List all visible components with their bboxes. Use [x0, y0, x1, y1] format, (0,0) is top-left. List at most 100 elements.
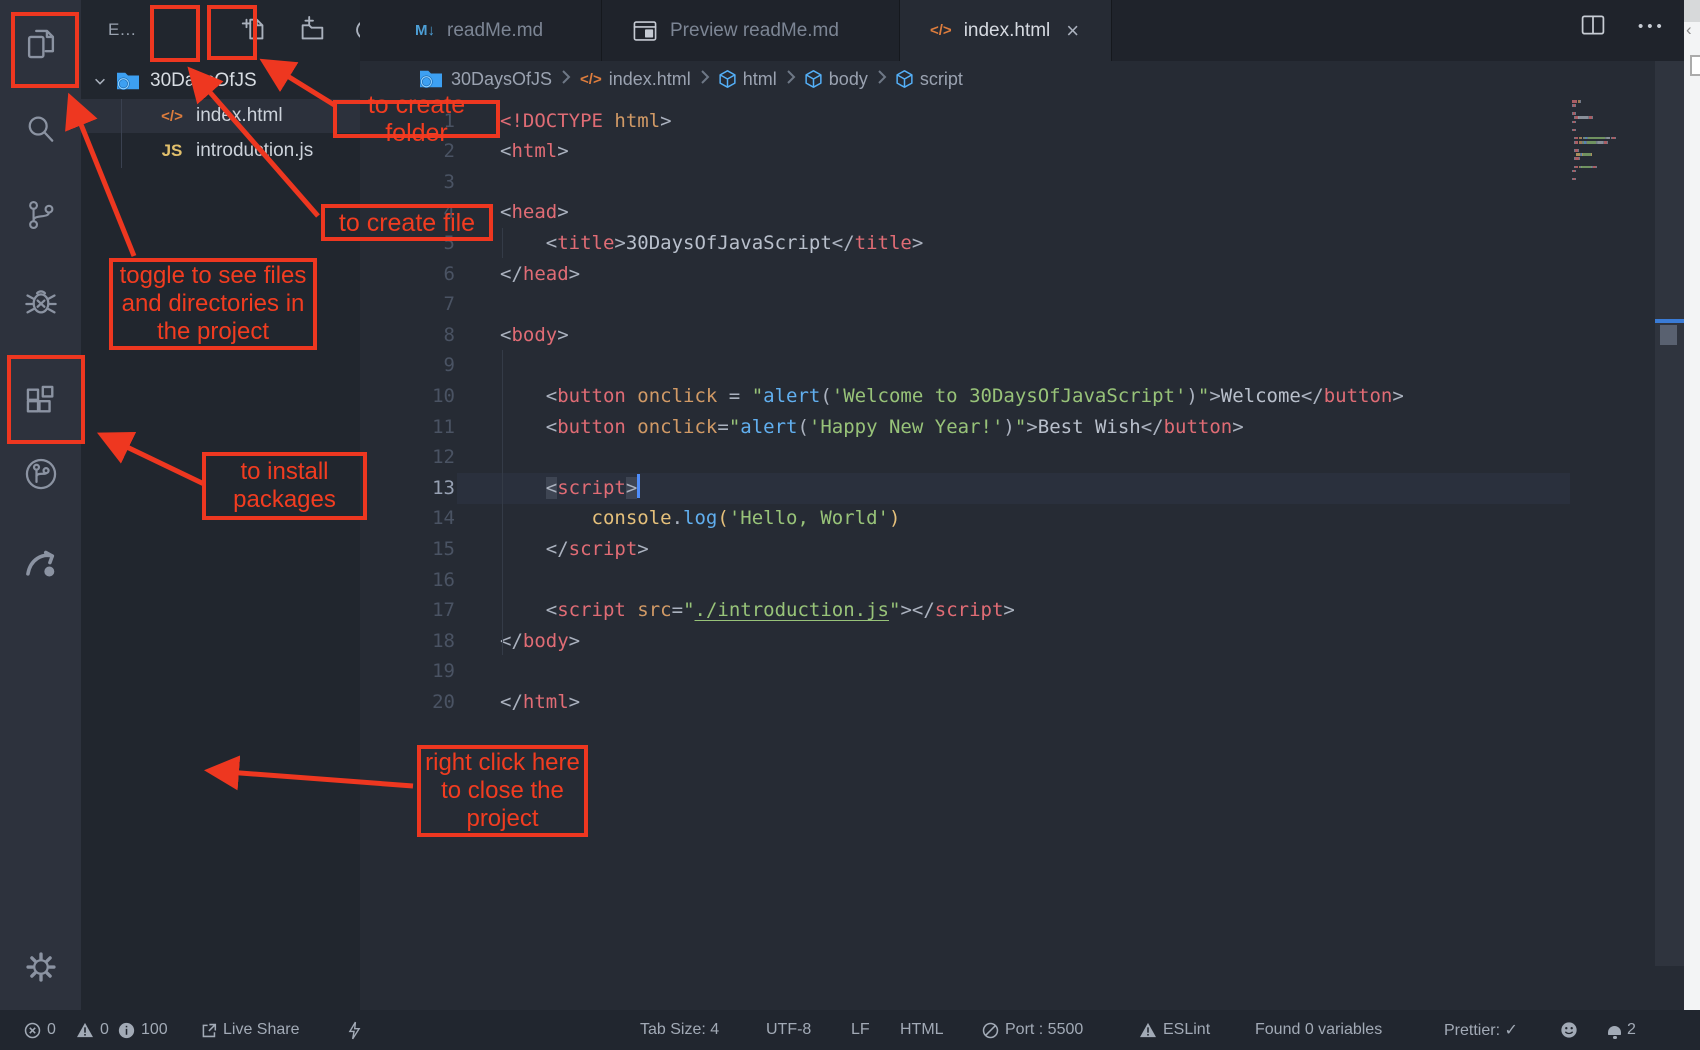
chevron-down-icon: [93, 74, 107, 88]
indent-guide: [502, 350, 503, 655]
error-icon: [24, 1022, 41, 1039]
minimap-line: [1607, 141, 1608, 144]
status-eslint-warning-icon[interactable]: ESLint: [1139, 1010, 1210, 1050]
warning-icon: [76, 1022, 94, 1038]
annotation-create-folder: to create folder: [333, 100, 500, 138]
breadcrumb: 30DaysOfJS </>index.html html body scrip…: [360, 61, 1684, 97]
code-line-17: <script src="./introduction.js"></script…: [500, 595, 1015, 626]
minimap-line: [1592, 116, 1593, 119]
folder-icon: [418, 68, 444, 90]
smiley-icon: [1560, 1021, 1578, 1039]
breadcrumb-item-script[interactable]: script: [896, 69, 963, 90]
minimap-line: [1575, 129, 1576, 132]
split-editor-icon[interactable]: [1580, 12, 1606, 43]
code-line-6: </head>: [500, 259, 580, 290]
editor-tab-bar: M↓ readMe.md Preview readMe.md</> index.…: [360, 0, 1700, 61]
minimap-line: [1572, 100, 1577, 103]
annotation-install-packages: to install packages: [202, 452, 367, 520]
status-Prettier:-✓[interactable]: Prettier: ✓: [1444, 1010, 1518, 1050]
status-Tab-Size:-4[interactable]: Tab Size: 4: [640, 1010, 719, 1050]
info-icon: [118, 1022, 135, 1039]
status-HTML[interactable]: HTML: [900, 1010, 944, 1050]
tab-index.html[interactable]: </> index.html×: [900, 0, 1112, 61]
code-line-13: <script>: [500, 473, 640, 504]
line-number: 9: [355, 350, 455, 381]
back-arrow-icon: ‹: [1686, 20, 1692, 40]
code-line-4: <head>: [500, 197, 569, 228]
status-port-icon[interactable]: Port : 5500: [982, 1010, 1083, 1050]
line-number: 10: [355, 381, 455, 412]
breadcrumb-item-index.html[interactable]: </>index.html: [580, 69, 691, 90]
line-number: 14: [355, 503, 455, 534]
code-line-1: <!DOCTYPE html>: [500, 106, 672, 137]
line-number: 3: [355, 167, 455, 198]
minimap-line: [1596, 166, 1597, 169]
tree-item-index.html[interactable]: </>index.html: [81, 99, 360, 133]
status-info-icon[interactable]: 100: [118, 1010, 168, 1050]
status-Found-0-variables[interactable]: Found 0 variables: [1255, 1010, 1382, 1050]
text-cursor: [637, 474, 640, 498]
close-tab-icon[interactable]: ×: [1066, 18, 1079, 44]
status-bell-icon[interactable]: 2: [1608, 1010, 1636, 1050]
annotation-toggle-files: toggle to see files and directories in t…: [109, 258, 317, 350]
markdown-icon: M↓: [415, 22, 435, 39]
code-line-11: <button onclick="alert('Happy New Year!'…: [500, 412, 1244, 443]
line-number: 8: [355, 320, 455, 351]
activity-gear-icon[interactable]: [0, 940, 81, 994]
activity-debug-icon[interactable]: [0, 273, 81, 327]
code-line-8: <body>: [500, 320, 569, 351]
status-smiley-icon[interactable]: [1560, 1010, 1578, 1050]
breadcrumb-separator: [561, 69, 571, 90]
code-line-10: <button onclick = "alert('Welcome to 30D…: [500, 381, 1404, 412]
tab-Preview-readMe.md[interactable]: Preview readMe.md: [602, 0, 900, 61]
code-line-15: </script>: [500, 534, 649, 565]
html-code-icon: </>: [930, 22, 952, 39]
background-window-icon: [1690, 55, 1700, 76]
minimap-line: [1575, 104, 1576, 107]
breadcrumb-item-30DaysOfJS[interactable]: 30DaysOfJS: [418, 68, 552, 90]
status-warning-icon[interactable]: 0: [76, 1010, 109, 1050]
activity-share-icon[interactable]: [0, 535, 81, 589]
code-line-14: console.log('Hello, World'): [500, 503, 900, 534]
minimap-line: [1615, 137, 1616, 140]
status-LF[interactable]: LF: [851, 1010, 870, 1050]
scrollbar-thumb[interactable]: [1660, 325, 1677, 345]
activity-circle-fork-icon[interactable]: [0, 447, 81, 501]
minimap-line: [1583, 153, 1591, 156]
status-flash-icon[interactable]: [348, 1010, 361, 1050]
cube-icon: [896, 70, 913, 88]
line-number: 6: [355, 259, 455, 290]
liveshare-icon: [200, 1022, 217, 1039]
breadcrumb-item-body[interactable]: body: [805, 69, 868, 90]
eslint-warning-icon: [1139, 1022, 1157, 1038]
minimap-line: [1578, 149, 1579, 152]
minimap-line: [1578, 116, 1588, 119]
minimap-line: [1575, 141, 1578, 144]
scrollbar-cursor-marker: [1655, 319, 1684, 323]
background-window-titlebar: [1684, 0, 1700, 22]
new-folder-icon[interactable]: [292, 10, 332, 50]
status-error-icon[interactable]: 0: [24, 1010, 56, 1050]
activity-search-icon[interactable]: [0, 103, 81, 157]
tab-readMe.md[interactable]: M↓ readMe.md: [360, 0, 602, 61]
breadcrumb-separator: [786, 69, 796, 90]
activity-source-control-icon[interactable]: [0, 188, 81, 242]
minimap-line: [1575, 166, 1578, 169]
more-actions-icon[interactable]: •••: [1638, 18, 1666, 35]
minimap[interactable]: [1572, 100, 1652, 190]
tree-item-30DaysOfJS[interactable]: 30DaysOfJS: [81, 64, 360, 98]
status-UTF-8[interactable]: UTF-8: [766, 1010, 811, 1050]
scrollbar-track[interactable]: [1655, 61, 1684, 966]
annotation-close-project: right click here to close the project: [417, 745, 588, 837]
tree-indent-guide: [121, 99, 122, 168]
vscode-window: E… 30DaysOfJS</>index.htmlJSintroduction…: [0, 0, 1700, 1050]
line-number: 17: [355, 595, 455, 626]
minimap-line: [1588, 137, 1605, 140]
tree-item-introduction.js[interactable]: JSintroduction.js: [81, 134, 360, 168]
minimap-line: [1591, 153, 1592, 156]
status-liveshare-icon[interactable]: Live Share: [200, 1010, 300, 1050]
folder-icon: [115, 70, 141, 92]
breadcrumb-item-html[interactable]: html: [719, 69, 777, 90]
annotation-box-explorer: [11, 12, 79, 88]
line-number: 7: [355, 289, 455, 320]
